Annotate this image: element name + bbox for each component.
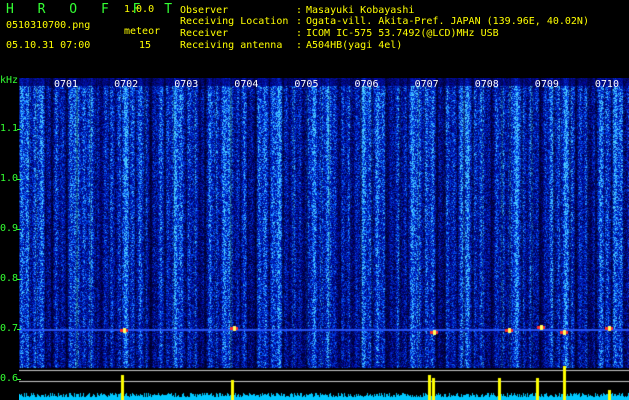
y-tick xyxy=(17,379,21,380)
y-axis-unit: kHz xyxy=(0,75,19,86)
x-tick-label: 0702 xyxy=(114,79,139,90)
y-tick-label: 1.1 xyxy=(0,123,19,134)
y-tick xyxy=(17,329,21,330)
y-tick xyxy=(17,129,21,130)
y-tick xyxy=(17,279,21,280)
header-panel: H R O F F T 1.0.0 0510310700.png meteor … xyxy=(0,0,629,78)
x-tick-label: 0707 xyxy=(414,79,439,90)
spectrogram-plot[interactable] xyxy=(19,78,629,400)
x-tick-label: 0708 xyxy=(474,79,499,90)
receiver-label: Receiver xyxy=(180,28,229,39)
receiver-value: ICOM IC-575 53.7492(@LCD)MHz USB xyxy=(306,28,499,39)
meteor-count: 15 xyxy=(139,40,152,51)
x-tick-label: 0701 xyxy=(54,79,79,90)
location-label: Receiving Location xyxy=(180,16,289,27)
location-value: Ogata-vill. Akita-Pref. JAPAN (139.96E, … xyxy=(306,16,589,27)
image-filename: 0510310700.png xyxy=(6,20,91,31)
antenna-label: Receiving antenna xyxy=(180,40,283,51)
y-tick-label: 1.0 xyxy=(0,173,19,184)
x-tick-label: 0703 xyxy=(174,79,199,90)
y-tick-label: 0.7 xyxy=(0,323,19,334)
x-tick-label: 0709 xyxy=(534,79,559,90)
y-tick-label: 0.9 xyxy=(0,223,19,234)
datetime-stamp: 05.10.31 07:00 xyxy=(6,40,91,51)
mode-label: meteor xyxy=(124,26,161,37)
x-tick-label: 0704 xyxy=(234,79,259,90)
y-tick-label: 0.8 xyxy=(0,273,19,284)
receiver-sep: : xyxy=(296,28,303,39)
location-sep: : xyxy=(296,16,303,27)
y-tick xyxy=(17,179,21,180)
y-tick-label: 0.6 xyxy=(0,373,19,384)
antenna-sep: : xyxy=(296,40,303,51)
app-version: 1.0.0 xyxy=(124,4,155,15)
y-tick xyxy=(17,229,21,230)
x-tick-label: 0705 xyxy=(294,79,319,90)
x-tick-label: 0706 xyxy=(354,79,379,90)
x-tick-label: 0710 xyxy=(594,79,619,90)
antenna-value: A504HB(yagi 4el) xyxy=(306,40,403,51)
